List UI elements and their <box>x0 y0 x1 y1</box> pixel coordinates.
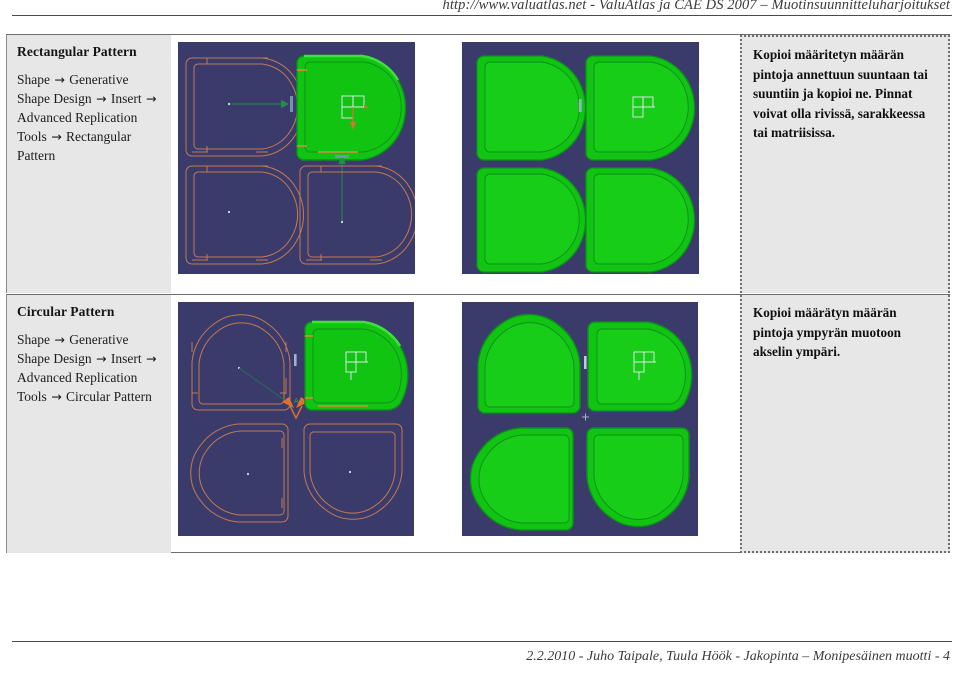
instruction-cell-circular: Circular Pattern Shape → Generative Shap… <box>6 295 171 553</box>
svg-text:A: A <box>294 397 299 405</box>
menu-path-line: Shape Design → Insert → <box>17 351 157 366</box>
menu-path-line: Shape Design → Insert → <box>17 91 157 106</box>
menu-path: Shape → Generative Shape Design → Insert… <box>17 70 161 165</box>
image-cell-rectangular-before <box>172 35 455 293</box>
cad-viewport-circular-result <box>462 302 698 536</box>
menu-path-line: Shape → Generative <box>17 332 129 347</box>
footer-citation: 2.2.2010 - Juho Taipale, Tuula Höök - Ja… <box>526 649 950 664</box>
description-text: Kopioi määritetyn määrän pintoja annettu… <box>753 47 928 140</box>
pattern-title: Circular Pattern <box>17 304 115 319</box>
cad-render-rectangular-selection <box>178 42 415 274</box>
cad-viewport-rectangular-result <box>462 42 699 274</box>
page-header: http://www.valuatlas.net - ValuAtlas ja … <box>0 0 960 16</box>
image-cell-rectangular-after <box>456 35 739 293</box>
menu-path-line: Advanced Replication <box>17 370 138 385</box>
header-title: http://www.valuatlas.net - ValuAtlas ja … <box>442 0 950 13</box>
menu-path-line: Advanced Replication <box>17 110 138 125</box>
menu-path-line: Tools → Circular Pattern <box>17 389 152 404</box>
footer-rule <box>12 641 952 642</box>
menu-path: Shape → Generative Shape Design → Insert… <box>17 330 161 406</box>
page-footer: 2.2.2010 - Juho Taipale, Tuula Höök - Ja… <box>0 641 960 673</box>
description-cell-circular: Kopioi määrätyn määrän pintoja ympyrän m… <box>740 295 950 553</box>
cad-render-rectangular-result <box>462 42 699 274</box>
cad-viewport-circular-selection: A <box>178 302 414 536</box>
content-table: Rectangular Pattern Shape → Generative S… <box>6 34 950 553</box>
menu-path-line: Shape → Generative <box>17 72 129 87</box>
menu-path-line: Tools → Rectangular <box>17 129 132 144</box>
pattern-title: Rectangular Pattern <box>17 44 137 59</box>
table-row: Rectangular Pattern Shape → Generative S… <box>6 35 950 293</box>
header-rule <box>12 15 952 16</box>
table-row: Circular Pattern Shape → Generative Shap… <box>6 294 950 553</box>
cad-viewport-rectangular-selection <box>178 42 415 274</box>
image-cell-circular-before: A <box>172 295 455 553</box>
instruction-cell-rectangular: Rectangular Pattern Shape → Generative S… <box>6 35 171 293</box>
cad-render-circular-result <box>462 302 698 536</box>
image-cell-circular-after <box>456 295 739 553</box>
menu-path-line: Pattern <box>17 148 56 163</box>
description-cell-rectangular: Kopioi määritetyn määrän pintoja annettu… <box>740 35 950 293</box>
cad-render-circular-selection: A <box>178 302 414 536</box>
description-text: Kopioi määrätyn määrän pintoja ympyrän m… <box>753 305 902 359</box>
